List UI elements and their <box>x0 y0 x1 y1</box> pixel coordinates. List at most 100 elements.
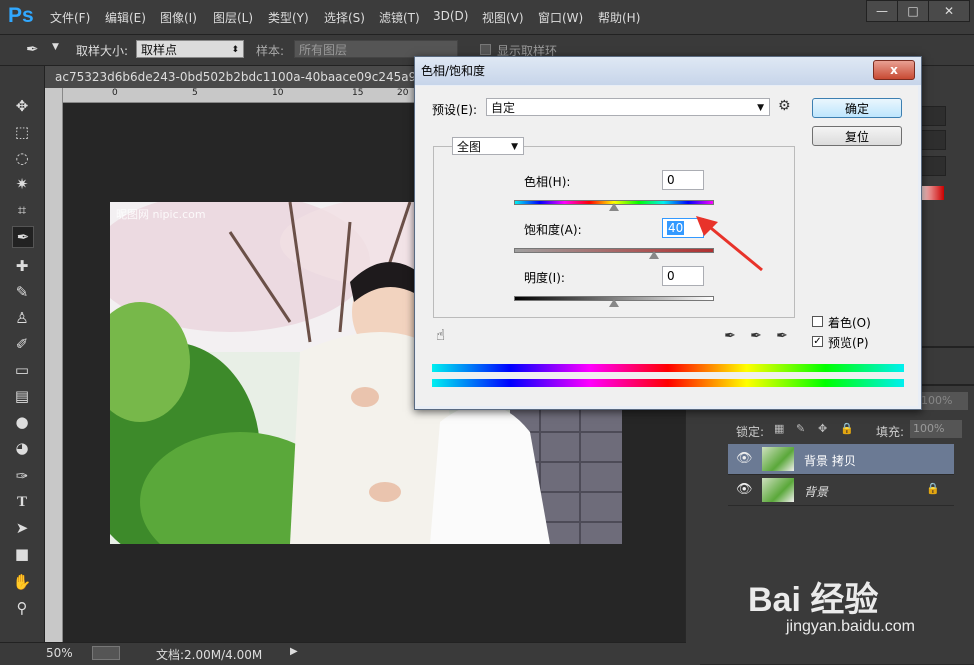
zoom-tool-icon[interactable]: ⚲ <box>12 598 32 618</box>
ok-button[interactable]: 确定 <box>812 98 902 118</box>
fill-field[interactable]: 100% <box>910 420 962 438</box>
eraser-tool-icon[interactable]: ▭ <box>12 360 32 380</box>
dodge-tool-icon[interactable]: ◕ <box>12 438 32 458</box>
channel-value: 全图 <box>457 140 482 154</box>
panel-field[interactable] <box>918 156 946 176</box>
document-size: 文档:2.00M/4.00M <box>156 648 263 662</box>
menu-file[interactable]: 文件(F) <box>50 9 90 26</box>
layer-thumbnail <box>762 478 794 502</box>
ruler-label: 0 <box>112 88 118 98</box>
hue-input[interactable]: 0 <box>662 170 704 190</box>
lock-label: 锁定: <box>736 425 765 439</box>
ruler-label: 10 <box>272 88 284 98</box>
annotation-arrow-icon <box>696 216 763 272</box>
minimize-button[interactable]: — <box>866 0 898 22</box>
lock-all-icon[interactable]: 🔒 <box>840 422 854 435</box>
magic-wand-tool-icon[interactable]: ✷ <box>12 174 32 194</box>
saturation-slider-thumb[interactable] <box>649 251 659 259</box>
saturation-label: 饱和度(A): <box>524 223 582 237</box>
dialog-titlebar[interactable]: 色相/饱和度 <box>415 57 921 85</box>
chevron-down-icon: ▼ <box>757 103 764 113</box>
chevron-down-icon: ▼ <box>511 142 518 152</box>
sample-size-value: 取样点 <box>141 43 178 57</box>
output-color-bar <box>432 379 904 387</box>
add-eyedropper-icon[interactable]: ✒ <box>748 328 764 344</box>
menu-help[interactable]: 帮助(H) <box>598 9 640 26</box>
select-arrows-icon: ⬍ <box>231 45 239 55</box>
panel-field[interactable] <box>918 130 946 150</box>
document-tab[interactable]: ac75323d6b6de243-0bd502b2bdc1100a-40baac… <box>45 66 425 88</box>
eyedropper-tool-icon[interactable]: ✒ <box>12 226 34 248</box>
eyedropper-icon[interactable]: ✒ <box>722 328 738 344</box>
layer-row[interactable]: 👁 背景 拷贝 <box>728 444 954 475</box>
eyedropper-tool-icon[interactable]: ✒ <box>26 40 39 58</box>
layer-name[interactable]: 背景 拷贝 <box>804 452 856 469</box>
layer-name[interactable]: 背景 <box>804 483 828 500</box>
lightness-slider-thumb[interactable] <box>609 299 619 307</box>
colorize-checkbox[interactable] <box>812 316 823 327</box>
preset-select[interactable]: 自定 ▼ <box>486 98 770 116</box>
menu-bar: Ps 文件(F) 编辑(E) 图像(I) 图层(L) 类型(Y) 选择(S) 滤… <box>0 0 974 35</box>
history-brush-tool-icon[interactable]: ✐ <box>12 334 32 354</box>
menu-window[interactable]: 窗口(W) <box>538 9 583 26</box>
menu-layer[interactable]: 图层(L) <box>213 9 253 26</box>
subtract-eyedropper-icon[interactable]: ✒ <box>774 328 790 344</box>
input-color-bar <box>432 364 904 372</box>
hand-tool-icon[interactable]: ✋ <box>12 572 32 592</box>
visibility-eye-icon[interactable]: 👁 <box>736 482 753 497</box>
gradient-tool-icon[interactable]: ▤ <box>12 386 32 406</box>
sample-size-select[interactable]: 取样点 ⬍ <box>136 40 244 58</box>
channel-select[interactable]: 全图 ▼ <box>452 137 524 155</box>
opacity-field[interactable]: 100% <box>918 392 968 410</box>
crop-tool-icon[interactable]: ⌗ <box>12 200 32 220</box>
stamp-tool-icon[interactable]: ♙ <box>12 308 32 328</box>
zoom-level[interactable]: 50% <box>46 646 73 660</box>
type-tool-icon[interactable]: T <box>12 492 32 512</box>
preset-value: 自定 <box>491 101 516 115</box>
lock-transparent-icon[interactable]: ▦ <box>774 422 784 435</box>
hue-slider-thumb[interactable] <box>609 203 619 211</box>
preview-checkbox[interactable]: ✓ <box>812 336 823 347</box>
colorize-label: 着色(O) <box>828 316 871 330</box>
menu-edit[interactable]: 编辑(E) <box>105 9 146 26</box>
menu-3d[interactable]: 3D(D) <box>433 9 468 23</box>
layer-row[interactable]: 👁 背景 🔒 <box>728 475 954 506</box>
tools-panel: ✥ ⬚ ◌ ✷ ⌗ ✒ ✚ ✎ ♙ ✐ ▭ ▤ ● ◕ ✑ T ➤ ■ ✋ ⚲ <box>0 66 45 664</box>
close-window-button[interactable]: ✕ <box>928 0 970 22</box>
menu-image[interactable]: 图像(I) <box>160 9 197 26</box>
saturation-slider-track[interactable] <box>514 248 714 253</box>
lasso-tool-icon[interactable]: ◌ <box>12 148 32 168</box>
rectangle-tool-icon[interactable]: ■ <box>12 544 32 564</box>
brush-tool-icon[interactable]: ✎ <box>12 282 32 302</box>
dialog-title: 色相/饱和度 <box>421 64 486 78</box>
status-menu-arrow-icon[interactable]: ▶ <box>290 646 298 657</box>
layer-thumbnail <box>762 447 794 471</box>
panel-field[interactable] <box>918 106 946 126</box>
photoshop-logo: Ps <box>8 4 34 27</box>
menu-select[interactable]: 选择(S) <box>324 9 365 26</box>
healing-brush-tool-icon[interactable]: ✚ <box>12 256 32 276</box>
sample-value: 所有图层 <box>299 43 348 57</box>
lock-position-icon[interactable]: ✥ <box>818 422 827 435</box>
path-selection-tool-icon[interactable]: ➤ <box>12 518 32 538</box>
ruler-label: 20 <box>397 88 409 98</box>
menu-type[interactable]: 类型(Y) <box>268 9 309 26</box>
move-tool-icon[interactable]: ✥ <box>12 96 32 116</box>
pen-tool-icon[interactable]: ✑ <box>12 466 32 486</box>
maximize-button[interactable]: □ <box>897 0 929 22</box>
preset-options-gear-icon[interactable]: ⚙ <box>778 98 791 114</box>
sample-size-label: 取样大小: <box>76 44 129 58</box>
marquee-tool-icon[interactable]: ⬚ <box>12 122 32 142</box>
show-ring-checkbox[interactable] <box>480 44 491 55</box>
dialog-body: 预设(E): 自定 ▼ ⚙ 确定 复位 全图 ▼ 色相(H): 0 饱和度(A)… <box>416 86 918 406</box>
menu-view[interactable]: 视图(V) <box>482 9 524 26</box>
tool-preset-chevron-icon[interactable]: ▼ <box>52 42 59 52</box>
dialog-close-button[interactable]: x <box>873 60 915 80</box>
visibility-eye-icon[interactable]: 👁 <box>736 451 753 466</box>
lightness-label: 明度(I): <box>524 271 565 285</box>
reset-button[interactable]: 复位 <box>812 126 902 146</box>
lock-pixels-icon[interactable]: ✎ <box>796 422 805 435</box>
menu-filter[interactable]: 滤镜(T) <box>379 9 420 26</box>
blur-tool-icon[interactable]: ● <box>12 412 32 432</box>
on-image-adjust-hand-icon[interactable]: ☝ <box>436 326 445 344</box>
